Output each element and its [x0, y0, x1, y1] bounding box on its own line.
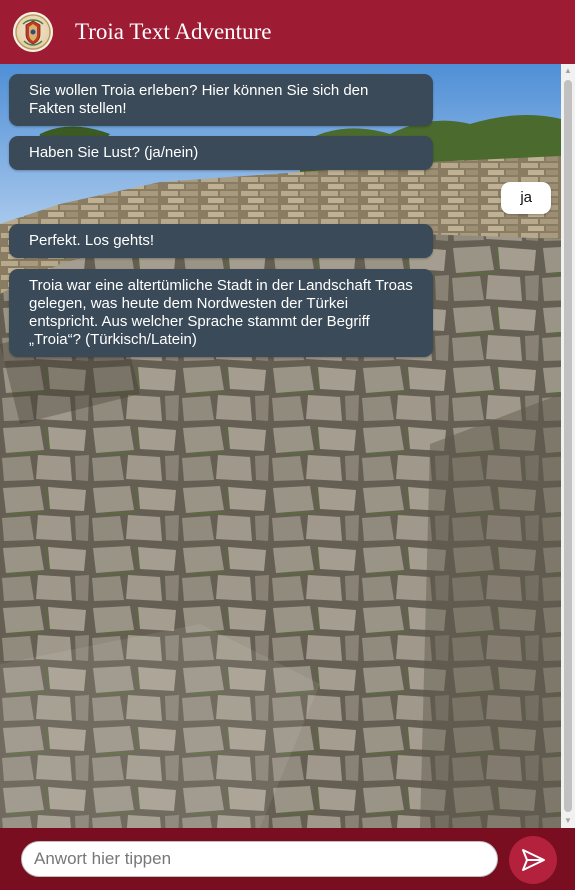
bot-message: Troia war eine altertümliche Stadt in de… — [9, 269, 433, 357]
chat-area[interactable]: Sie wollen Troia erleben? Hier können Si… — [0, 64, 561, 828]
chat-scrollbar[interactable]: ▲ ▼ — [561, 64, 575, 828]
send-button[interactable] — [509, 836, 557, 884]
bot-message: Haben Sie Lust? (ja/nein) — [9, 136, 433, 170]
crest-icon — [13, 12, 53, 52]
scroll-thumb[interactable] — [564, 80, 572, 812]
composer-bar — [0, 828, 575, 890]
send-icon — [522, 849, 545, 871]
bot-message: Perfekt. Los gehts! — [9, 224, 433, 258]
app-title: Troia Text Adventure — [75, 19, 272, 44]
header-bar: Troia Text Adventure — [0, 0, 575, 64]
scroll-up-arrow-icon[interactable]: ▲ — [561, 64, 575, 78]
background-photo — [0, 64, 561, 828]
scroll-down-arrow-icon[interactable]: ▼ — [561, 814, 575, 828]
answer-input[interactable] — [21, 841, 498, 877]
bot-message: Sie wollen Troia erleben? Hier können Si… — [9, 74, 433, 126]
chat-app: Troia Text Adventure Sie wollen Troia er… — [0, 0, 575, 890]
user-message: ja — [501, 182, 551, 214]
